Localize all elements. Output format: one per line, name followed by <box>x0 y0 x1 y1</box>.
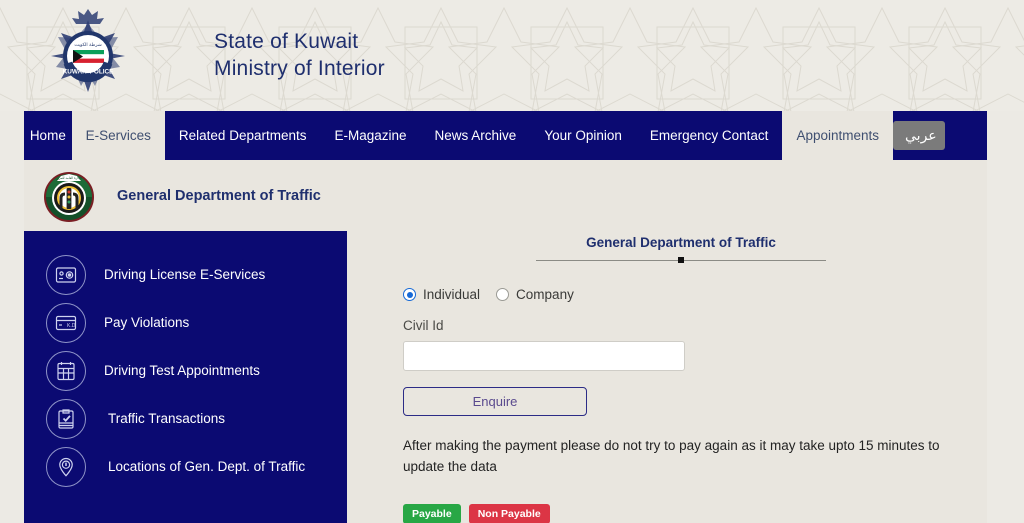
nav-item-appointments[interactable]: Appointments <box>782 111 893 160</box>
radio-company-label: Company <box>516 287 574 302</box>
radio-individual-label: Individual <box>423 287 481 302</box>
language-toggle-button[interactable]: عربي <box>893 121 945 150</box>
services-sidebar: Driving License E-Services K.D Pay Viola… <box>24 231 347 523</box>
radio-option-individual[interactable]: Individual <box>403 287 480 302</box>
sidebar-item-label: Driving Test Appointments <box>104 363 260 379</box>
svg-text:شرطة الكويت: شرطة الكويت <box>74 42 101 48</box>
sidebar-item-driving-license-e-services[interactable]: Driving License E-Services <box>24 251 347 299</box>
svg-text:KUWAIT POLICE: KUWAIT POLICE <box>63 68 115 75</box>
payment-card-kd-icon: K.D <box>46 303 86 343</box>
department-subheader: الإدارة العامة للمرور General Department… <box>24 160 987 231</box>
panel-divider <box>536 257 826 263</box>
site-header: KUWAIT POLICE شرطة الكويت State of Kuwai… <box>0 0 1024 111</box>
sidebar-item-driving-test-appointments[interactable]: Driving Test Appointments <box>24 347 347 395</box>
sidebar-item-traffic-transactions[interactable]: Traffic Transactions <box>24 395 347 443</box>
content-area: Driving License E-Services K.D Pay Viola… <box>24 231 987 523</box>
civil-id-label: Civil Id <box>403 318 444 333</box>
clipboard-check-icon <box>46 399 86 439</box>
payment-notice-text: After making the payment please do not t… <box>403 438 940 474</box>
calendar-icon <box>46 351 86 391</box>
sidebar-item-label: Driving License E-Services <box>104 267 266 283</box>
header-title-block: State of Kuwait Ministry of Interior <box>214 29 385 83</box>
status-badge-payable[interactable]: Payable <box>403 503 461 523</box>
department-title: General Department of Traffic <box>117 187 321 204</box>
enquiry-form-panel: General Department of Traffic Individual… <box>347 231 987 523</box>
nav-item-news-archive[interactable]: News Archive <box>421 111 531 160</box>
nav-item-related-departments[interactable]: Related Departments <box>165 111 321 160</box>
sidebar-item-label: Traffic Transactions <box>108 411 226 427</box>
map-pin-icon <box>46 447 86 487</box>
status-badge-non-payable[interactable]: Non Payable <box>468 503 550 523</box>
driving-license-card-icon <box>46 255 86 295</box>
nav-item-your-opinion[interactable]: Your Opinion <box>530 111 636 160</box>
civil-id-input[interactable] <box>403 341 685 371</box>
nav-item-e-services[interactable]: E-Services <box>71 111 165 160</box>
svg-text:K.D: K.D <box>67 323 76 329</box>
sidebar-item-label: Pay Violations <box>104 315 190 331</box>
header-title-line1: State of Kuwait <box>214 29 359 53</box>
radio-company-indicator[interactable] <box>496 288 510 301</box>
nav-item-e-magazine[interactable]: E-Magazine <box>320 111 420 160</box>
payment-status-legend: Payable Non Payable <box>403 503 959 523</box>
main-navigation: Home E-Services Related Departments E-Ma… <box>24 111 987 160</box>
radio-individual-indicator[interactable] <box>403 288 416 301</box>
account-type-radio-group: Individual Company <box>403 287 959 302</box>
page-root: KUWAIT POLICE شرطة الكويت State of Kuwai… <box>0 0 1024 523</box>
sidebar-item-pay-violations[interactable]: K.D Pay Violations <box>24 299 347 347</box>
enquire-button[interactable]: Enquire <box>403 387 587 416</box>
sidebar-item-label: Locations of Gen. Dept. of Traffic <box>108 459 306 475</box>
header-title-line2: Ministry of Interior <box>214 56 385 80</box>
kuwait-police-emblem-icon: KUWAIT POLICE شرطة الكويت <box>51 8 125 92</box>
general-department-of-traffic-logo-icon: الإدارة العامة للمرور <box>44 171 94 222</box>
nav-item-home[interactable]: Home <box>24 111 72 160</box>
panel-heading: General Department of Traffic <box>586 235 776 250</box>
divider-dot <box>678 257 684 263</box>
nav-item-emergency-contact[interactable]: Emergency Contact <box>636 111 783 160</box>
sidebar-item-locations-of-gen-dept-of-traffic[interactable]: Locations of Gen. Dept. of Traffic <box>24 443 347 491</box>
radio-option-company[interactable]: Company <box>496 287 574 302</box>
